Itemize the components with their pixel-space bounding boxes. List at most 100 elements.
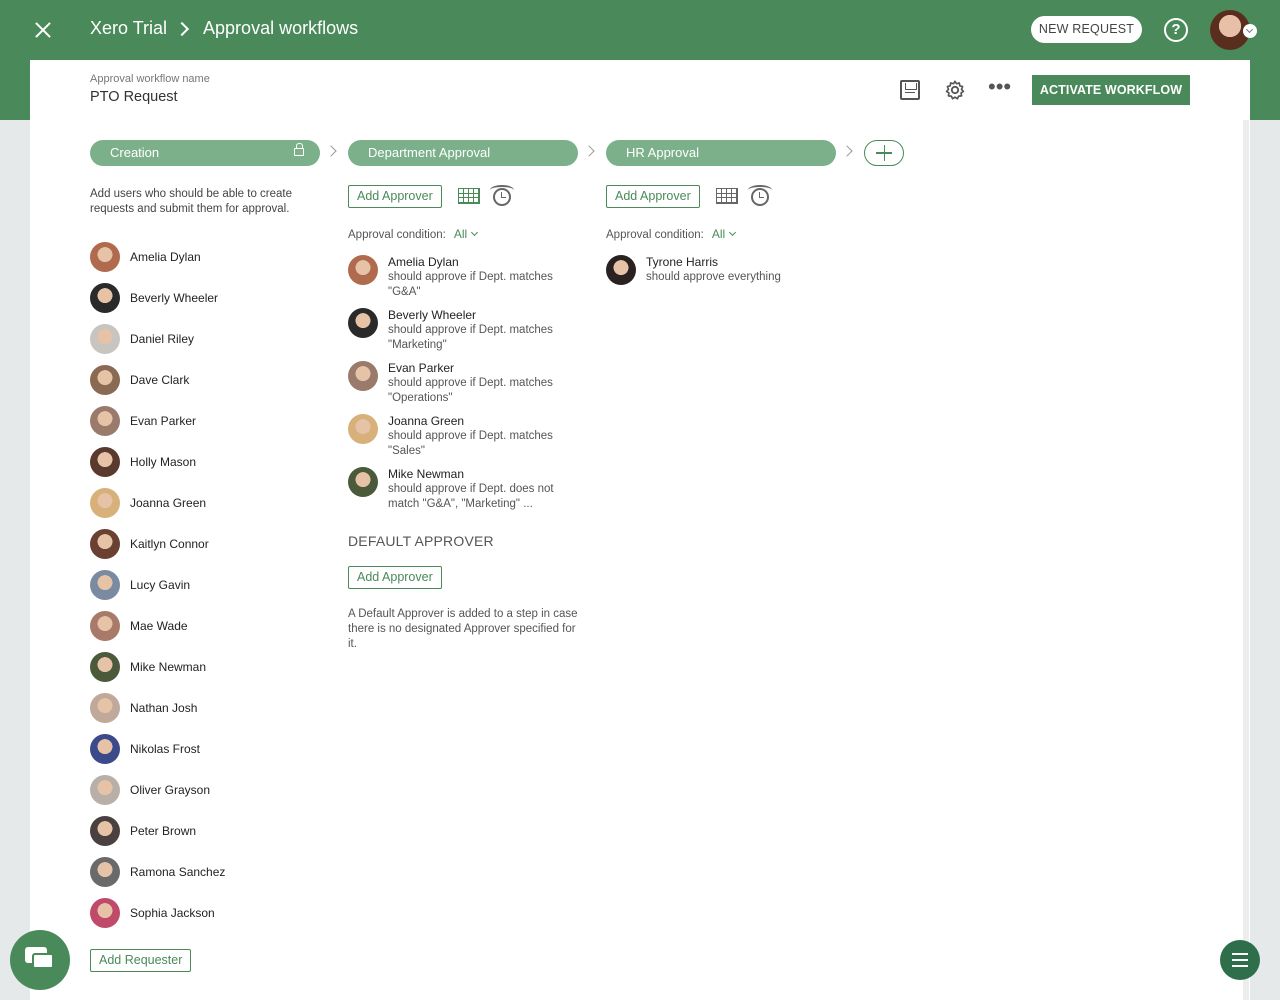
requester-item[interactable]: Holly Mason bbox=[90, 447, 196, 477]
requester-name: Nathan Josh bbox=[130, 701, 198, 715]
gear-icon[interactable] bbox=[944, 79, 966, 101]
requester-name: Holly Mason bbox=[130, 455, 197, 469]
requester-item[interactable]: Dave Clark bbox=[90, 365, 189, 395]
close-icon[interactable] bbox=[32, 19, 54, 41]
approver-name: Beverly Wheeler bbox=[388, 308, 477, 322]
requester-name: Peter Brown bbox=[130, 824, 197, 838]
requester-item[interactable]: Amelia Dylan bbox=[90, 242, 201, 272]
chevron-down-icon[interactable] bbox=[729, 228, 737, 237]
chevron-right-icon bbox=[174, 21, 190, 36]
requester-name: Lucy Gavin bbox=[130, 578, 191, 592]
more-icon[interactable]: ••• bbox=[988, 76, 1011, 100]
table-icon[interactable] bbox=[458, 188, 480, 204]
requester-item[interactable]: Lucy Gavin bbox=[90, 570, 190, 600]
add-requester-button[interactable]: Add Requester bbox=[90, 949, 192, 972]
approver-name: Evan Parker bbox=[388, 361, 455, 375]
list-icon[interactable] bbox=[1220, 940, 1260, 980]
avatar bbox=[90, 857, 120, 887]
lock-icon bbox=[294, 143, 304, 156]
requester-name: Kaitlyn Connor bbox=[130, 537, 209, 551]
avatar bbox=[90, 283, 120, 313]
requester-item[interactable]: Peter Brown bbox=[90, 816, 196, 846]
approver-name: Tyrone Harris bbox=[646, 255, 719, 269]
requester-name: Evan Parker bbox=[130, 414, 197, 428]
avatar bbox=[90, 529, 120, 559]
avatar bbox=[90, 898, 120, 928]
add-approver-button[interactable]: Add Approver bbox=[348, 185, 442, 208]
approver-item[interactable]: Mike Newman should approve if Dept. does … bbox=[348, 467, 588, 512]
requester-name: Joanna Green bbox=[130, 496, 207, 510]
approval-condition-select[interactable]: All bbox=[712, 227, 725, 241]
alarm-clock-icon[interactable] bbox=[490, 185, 514, 206]
stage-label: Creation bbox=[110, 145, 160, 160]
breadcrumb-org[interactable]: Xero Trial bbox=[90, 18, 167, 39]
avatar bbox=[90, 570, 120, 600]
approver-item[interactable]: Amelia Dylan should approve if Dept. matc… bbox=[348, 255, 588, 300]
requester-item[interactable]: Beverly Wheeler bbox=[90, 283, 218, 313]
requester-item[interactable]: Nikolas Frost bbox=[90, 734, 200, 764]
stage-creation[interactable]: Creation bbox=[90, 140, 320, 166]
workflow-name-field[interactable]: PTO Request bbox=[90, 89, 178, 105]
chat-icon bbox=[32, 953, 54, 969]
table-icon[interactable] bbox=[716, 188, 738, 204]
approval-condition-label: Approval condition: bbox=[348, 229, 446, 241]
requester-name: Mae Wade bbox=[130, 619, 188, 633]
approval-condition-select[interactable]: All bbox=[454, 227, 467, 241]
requester-name: Dave Clark bbox=[130, 373, 190, 387]
avatar bbox=[90, 816, 120, 846]
add-approver-button[interactable]: Add Approver bbox=[606, 185, 700, 208]
avatar bbox=[90, 652, 120, 682]
approver-condition-text: should approve if Dept. matches "Operati… bbox=[388, 377, 553, 404]
chevron-down-icon[interactable] bbox=[471, 228, 479, 237]
chevron-down-icon[interactable] bbox=[1243, 24, 1257, 38]
requester-item[interactable]: Nathan Josh bbox=[90, 693, 197, 723]
avatar bbox=[348, 308, 378, 338]
stage-hr-approval[interactable]: HR Approval bbox=[606, 140, 836, 166]
breadcrumb-current: Approval workflows bbox=[203, 18, 359, 38]
activate-workflow-button[interactable]: ACTIVATE WORKFLOW bbox=[1032, 75, 1190, 105]
requester-item[interactable]: Mae Wade bbox=[90, 611, 188, 641]
default-approver-heading: DEFAULT APPROVER bbox=[348, 533, 494, 549]
requester-item[interactable]: Ramona Sanchez bbox=[90, 857, 225, 887]
requester-item[interactable]: Oliver Grayson bbox=[90, 775, 210, 805]
avatar bbox=[90, 365, 120, 395]
stage-department-approval[interactable]: Department Approval bbox=[348, 140, 578, 166]
chat-button[interactable] bbox=[10, 930, 70, 990]
stage-label: Department Approval bbox=[368, 145, 491, 160]
avatar bbox=[90, 775, 120, 805]
avatar bbox=[348, 255, 378, 285]
approval-condition: Approval condition: All bbox=[348, 227, 479, 241]
requester-item[interactable]: Kaitlyn Connor bbox=[90, 529, 209, 559]
approver-item[interactable]: Joanna Green should approve if Dept. matc… bbox=[348, 414, 588, 459]
requester-name: Nikolas Frost bbox=[130, 742, 201, 756]
approver-name: Joanna Green bbox=[388, 414, 465, 428]
alarm-clock-icon[interactable] bbox=[748, 185, 772, 206]
requester-name: Mike Newman bbox=[130, 660, 207, 674]
requester-name: Sophia Jackson bbox=[130, 906, 215, 920]
avatar bbox=[90, 611, 120, 641]
approver-item[interactable]: Evan Parker should approve if Dept. match… bbox=[348, 361, 588, 406]
approver-condition-text: should approve if Dept. does not match "… bbox=[388, 483, 554, 510]
avatar bbox=[90, 447, 120, 477]
requester-item[interactable]: Mike Newman bbox=[90, 652, 206, 682]
new-request-button[interactable]: NEW REQUEST bbox=[1031, 16, 1142, 43]
approval-condition-label: Approval condition: bbox=[606, 229, 704, 241]
avatar bbox=[90, 488, 120, 518]
add-default-approver-button[interactable]: Add Approver bbox=[348, 566, 442, 589]
avatar bbox=[90, 242, 120, 272]
requester-item[interactable]: Daniel Riley bbox=[90, 324, 194, 354]
approver-condition-text: should approve everything bbox=[646, 271, 781, 283]
requester-item[interactable]: Evan Parker bbox=[90, 406, 196, 436]
save-icon[interactable] bbox=[900, 80, 920, 100]
help-icon[interactable]: ? bbox=[1164, 18, 1188, 42]
add-stage-button[interactable] bbox=[864, 140, 904, 166]
requester-name: Ramona Sanchez bbox=[130, 865, 226, 879]
workflow-name-label: Approval workflow name bbox=[90, 73, 210, 85]
approver-name: Amelia Dylan bbox=[388, 255, 459, 269]
approver-item[interactable]: Tyrone Harris should approve everything bbox=[606, 255, 846, 285]
requester-item[interactable]: Joanna Green bbox=[90, 488, 206, 518]
approver-item[interactable]: Beverly Wheeler should approve if Dept. m… bbox=[348, 308, 588, 353]
scrollbar[interactable] bbox=[1243, 120, 1249, 1000]
requester-name: Amelia Dylan bbox=[130, 250, 201, 264]
requester-item[interactable]: Sophia Jackson bbox=[90, 898, 215, 928]
